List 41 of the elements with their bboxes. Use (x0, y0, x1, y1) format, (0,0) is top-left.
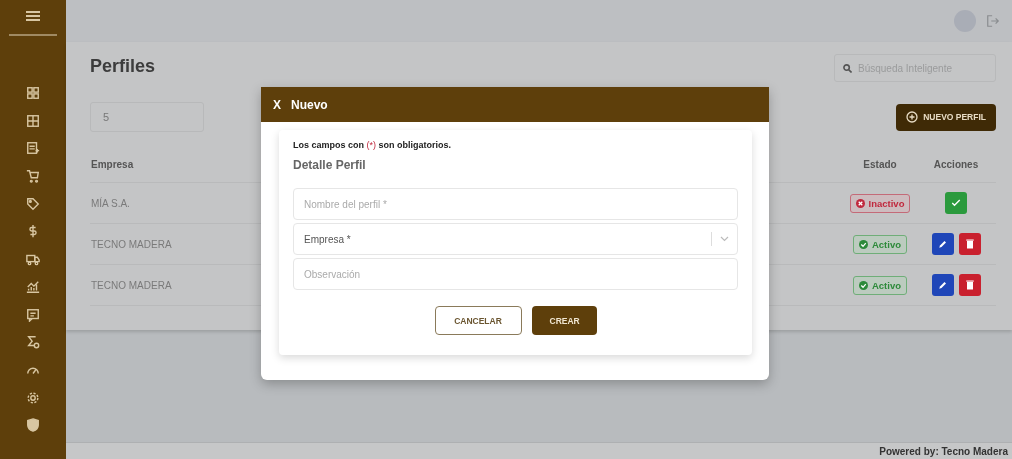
menu-icon[interactable] (26, 10, 40, 22)
edit-button[interactable] (931, 233, 954, 255)
gear-icon[interactable] (26, 390, 40, 405)
check-icon (950, 197, 962, 209)
chart-icon[interactable] (26, 279, 40, 294)
page-title: Perfiles (90, 56, 156, 77)
cart-icon[interactable] (26, 169, 40, 184)
message-icon[interactable] (26, 307, 40, 322)
dollar-icon[interactable] (26, 224, 40, 239)
status-badge: Activo (852, 234, 907, 254)
layout-icon[interactable] (26, 113, 40, 128)
document-icon[interactable] (26, 141, 40, 156)
search-icon (843, 63, 852, 73)
create-button[interactable]: CREAR (531, 306, 597, 335)
pencil-icon (936, 238, 949, 250)
footer-text: Powered by: Tecno Madera (879, 445, 1008, 457)
truck-icon[interactable] (26, 252, 40, 267)
new-profile-button[interactable]: NUEVO PERFIL (896, 103, 996, 131)
trash-icon (963, 279, 976, 291)
dialog-title: Nuevo (291, 97, 328, 112)
activate-button[interactable] (945, 192, 967, 214)
sigma-icon[interactable] (26, 335, 40, 350)
cancel-button[interactable]: CANCELAR (434, 306, 522, 335)
grid-icon[interactable] (26, 86, 40, 100)
input-field[interactable]: Observación (293, 258, 738, 290)
input-field[interactable]: Nombre del perfil * (293, 188, 738, 220)
close-button[interactable]: X (273, 97, 281, 112)
delete-button[interactable] (958, 233, 981, 255)
status-badge: Activo (852, 275, 907, 295)
trash-icon (963, 238, 976, 250)
pencil-icon (936, 279, 949, 291)
column-header: Acciones (916, 146, 996, 183)
select-field[interactable]: Empresa * (293, 223, 738, 255)
section-title: Detalle Perfil (293, 158, 367, 172)
status-badge: Inactivo (849, 193, 911, 213)
edit-button[interactable] (931, 274, 954, 296)
plus-circle-icon (906, 111, 919, 123)
tag-icon[interactable] (26, 196, 40, 211)
delete-button[interactable] (958, 274, 981, 296)
column-header: Estado (844, 146, 916, 183)
shield-icon[interactable] (26, 418, 40, 433)
